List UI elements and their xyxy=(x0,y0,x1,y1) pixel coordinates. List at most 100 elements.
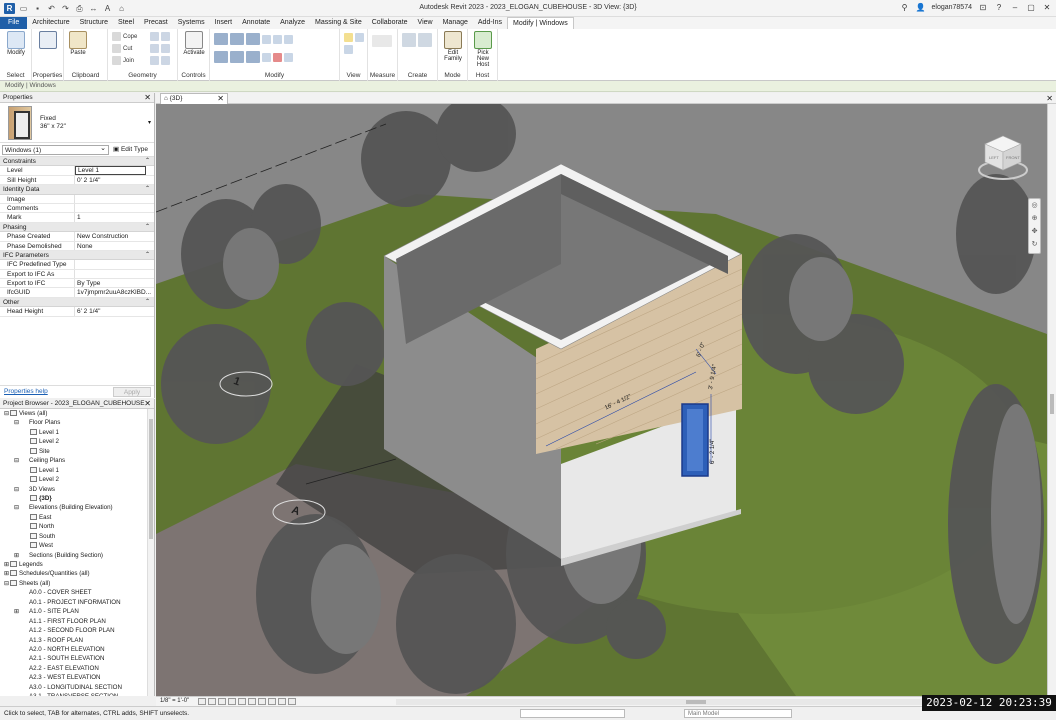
pan-icon[interactable]: ✥ xyxy=(1029,225,1040,238)
property-category[interactable]: Constraints xyxy=(0,157,154,167)
tree-item[interactable]: Site xyxy=(0,447,154,456)
tree-item[interactable]: North xyxy=(0,522,154,531)
viewcube[interactable]: LEFT FRONT xyxy=(977,132,1029,184)
zoom-icon[interactable]: ⊕ xyxy=(1029,212,1040,225)
tree-item[interactable]: A3.0 - LONGITUDINAL SECTION xyxy=(0,683,154,692)
tree-item[interactable]: A1.3 - ROOF PLAN xyxy=(0,636,154,645)
crop-view-icon[interactable] xyxy=(248,698,256,705)
browser-scrollbar[interactable] xyxy=(147,409,154,696)
close-icon[interactable]: ✕ xyxy=(1042,3,1052,12)
tree-item[interactable]: ⊟ Sheets (all) xyxy=(0,579,154,588)
view-tools-2[interactable] xyxy=(344,45,353,54)
tab-analyze[interactable]: Analyze xyxy=(275,17,310,29)
geometry-tools-3[interactable] xyxy=(150,56,170,65)
tree-item[interactable]: A1.2 - SECOND FLOOR PLAN xyxy=(0,626,154,635)
tab-annotate[interactable]: Annotate xyxy=(237,17,275,29)
tab-precast[interactable]: Precast xyxy=(139,17,173,29)
tab-steel[interactable]: Steel xyxy=(113,17,139,29)
close-icon[interactable]: ✕ xyxy=(144,93,151,103)
tab-view[interactable]: View xyxy=(413,17,438,29)
tree-item[interactable]: A0.0 - COVER SHEET xyxy=(0,588,154,597)
properties-help-link[interactable]: Properties help xyxy=(4,388,48,395)
view-scale[interactable]: 1/8" = 1'-0" xyxy=(160,697,189,706)
tree-item[interactable]: ⊞ Sections (Building Section) xyxy=(0,551,154,560)
tab-modify-windows[interactable]: Modify | Windows xyxy=(507,17,574,29)
tab-manage[interactable]: Manage xyxy=(438,17,473,29)
edit-family-button[interactable]: Edit Family xyxy=(441,31,465,62)
property-value[interactable] xyxy=(75,270,154,278)
tab-insert[interactable]: Insert xyxy=(210,17,238,29)
edit-type-button[interactable]: ▣ Edit Type xyxy=(113,145,148,155)
property-value[interactable] xyxy=(75,195,154,203)
property-value[interactable]: New Construction xyxy=(75,232,154,240)
tab-structure[interactable]: Structure xyxy=(75,17,113,29)
property-value[interactable]: 0' 2 1/4" xyxy=(75,176,154,184)
close-icon[interactable]: ✕ xyxy=(1046,93,1053,104)
tree-item[interactable]: East xyxy=(0,513,154,522)
reveal-hidden-icon[interactable] xyxy=(288,698,296,705)
tree-item[interactable]: A3.1 - TRANSVERSE SECTION xyxy=(0,692,154,696)
activate-button[interactable]: Activate xyxy=(182,31,206,56)
tree-item[interactable]: Level 1 xyxy=(0,466,154,475)
minimize-icon[interactable]: – xyxy=(1010,3,1020,12)
type-selector[interactable]: Fixed 36" x 72" ▾ xyxy=(0,103,154,143)
steering-wheel-icon[interactable]: ◎ xyxy=(1029,199,1040,212)
tree-item[interactable]: A2.2 - EAST ELEVATION xyxy=(0,664,154,673)
tree-item[interactable]: Level 2 xyxy=(0,437,154,446)
tab-systems[interactable]: Systems xyxy=(173,17,210,29)
tree-item[interactable]: ⊞ Schedules/Quantities (all) xyxy=(0,569,154,578)
tree-item[interactable]: ⊞ A1.0 - SITE PLAN xyxy=(0,607,154,616)
tab-3d-view[interactable]: ⌂ {3D} ✕ xyxy=(160,93,228,104)
lock-view-icon[interactable] xyxy=(268,698,276,705)
pick-new-host-button[interactable]: Pick New Host xyxy=(471,31,495,68)
paste-button[interactable]: Paste xyxy=(66,31,90,56)
property-value[interactable]: By Type xyxy=(75,279,154,287)
property-category[interactable]: Other xyxy=(0,297,154,308)
apply-button[interactable]: Apply xyxy=(113,387,151,397)
property-value[interactable]: 1v7jmpmr2uuA8czKlBD... xyxy=(75,288,154,296)
maximize-icon[interactable]: ▢ xyxy=(1026,3,1036,12)
tree-item[interactable]: {3D} xyxy=(0,494,154,503)
design-option-select[interactable]: Main Model xyxy=(684,709,792,718)
sun-path-icon[interactable] xyxy=(218,698,226,705)
3d-viewport[interactable]: 1 A 16' - 4 1/2" 6' - 0" 3' - 9 1/4" 6' … xyxy=(156,104,1047,696)
tree-item[interactable]: ⊟ Floor Plans xyxy=(0,418,154,427)
measure-tools[interactable] xyxy=(372,35,392,47)
join-button[interactable]: Join xyxy=(112,56,134,65)
tree-item[interactable]: South xyxy=(0,532,154,541)
property-category[interactable]: Identity Data xyxy=(0,185,154,195)
property-category[interactable]: IFC Parameters xyxy=(0,250,154,261)
cope-button[interactable]: Cope xyxy=(112,32,137,41)
tree-item[interactable]: Level 2 xyxy=(0,475,154,484)
tree-item[interactable]: Level 1 xyxy=(0,428,154,437)
tree-item[interactable]: A2.3 - WEST ELEVATION xyxy=(0,673,154,682)
tree-item[interactable]: West xyxy=(0,541,154,550)
property-value[interactable]: None xyxy=(75,242,154,250)
select-group-label[interactable]: Select xyxy=(0,72,31,79)
user-name[interactable]: elogan78574 xyxy=(932,4,973,11)
viewport-vertical-scrollbar[interactable] xyxy=(1047,104,1056,696)
rendering-icon[interactable] xyxy=(238,698,246,705)
modify-tools-row-1[interactable] xyxy=(214,33,293,45)
tab-file[interactable]: File xyxy=(0,17,28,29)
workset-select[interactable] xyxy=(520,709,625,718)
property-value[interactable] xyxy=(75,204,154,212)
tree-item[interactable]: ⊟ Ceiling Plans xyxy=(0,456,154,465)
show-crop-icon[interactable] xyxy=(258,698,266,705)
geometry-tools-2[interactable] xyxy=(150,44,170,53)
tab-collaborate[interactable]: Collaborate xyxy=(367,17,413,29)
tree-item[interactable]: ⊟ Elevations (Building Elevation) xyxy=(0,503,154,512)
tree-item[interactable]: ⊟ 3D Views xyxy=(0,485,154,494)
tab-architecture[interactable]: Architecture xyxy=(27,17,74,29)
chevron-down-icon[interactable]: ▾ xyxy=(148,119,151,126)
create-tools[interactable] xyxy=(402,33,432,47)
property-value[interactable]: Level 1 xyxy=(75,166,146,175)
3d-scene[interactable] xyxy=(156,104,1047,696)
shadows-icon[interactable] xyxy=(228,698,236,705)
property-value[interactable] xyxy=(75,260,154,268)
property-category[interactable]: Phasing xyxy=(0,222,154,233)
tab-massing-site[interactable]: Massing & Site xyxy=(310,17,367,29)
cut-button[interactable]: Cut xyxy=(112,44,132,53)
visual-style-icon[interactable] xyxy=(208,698,216,705)
property-value[interactable]: 1 xyxy=(75,213,154,221)
